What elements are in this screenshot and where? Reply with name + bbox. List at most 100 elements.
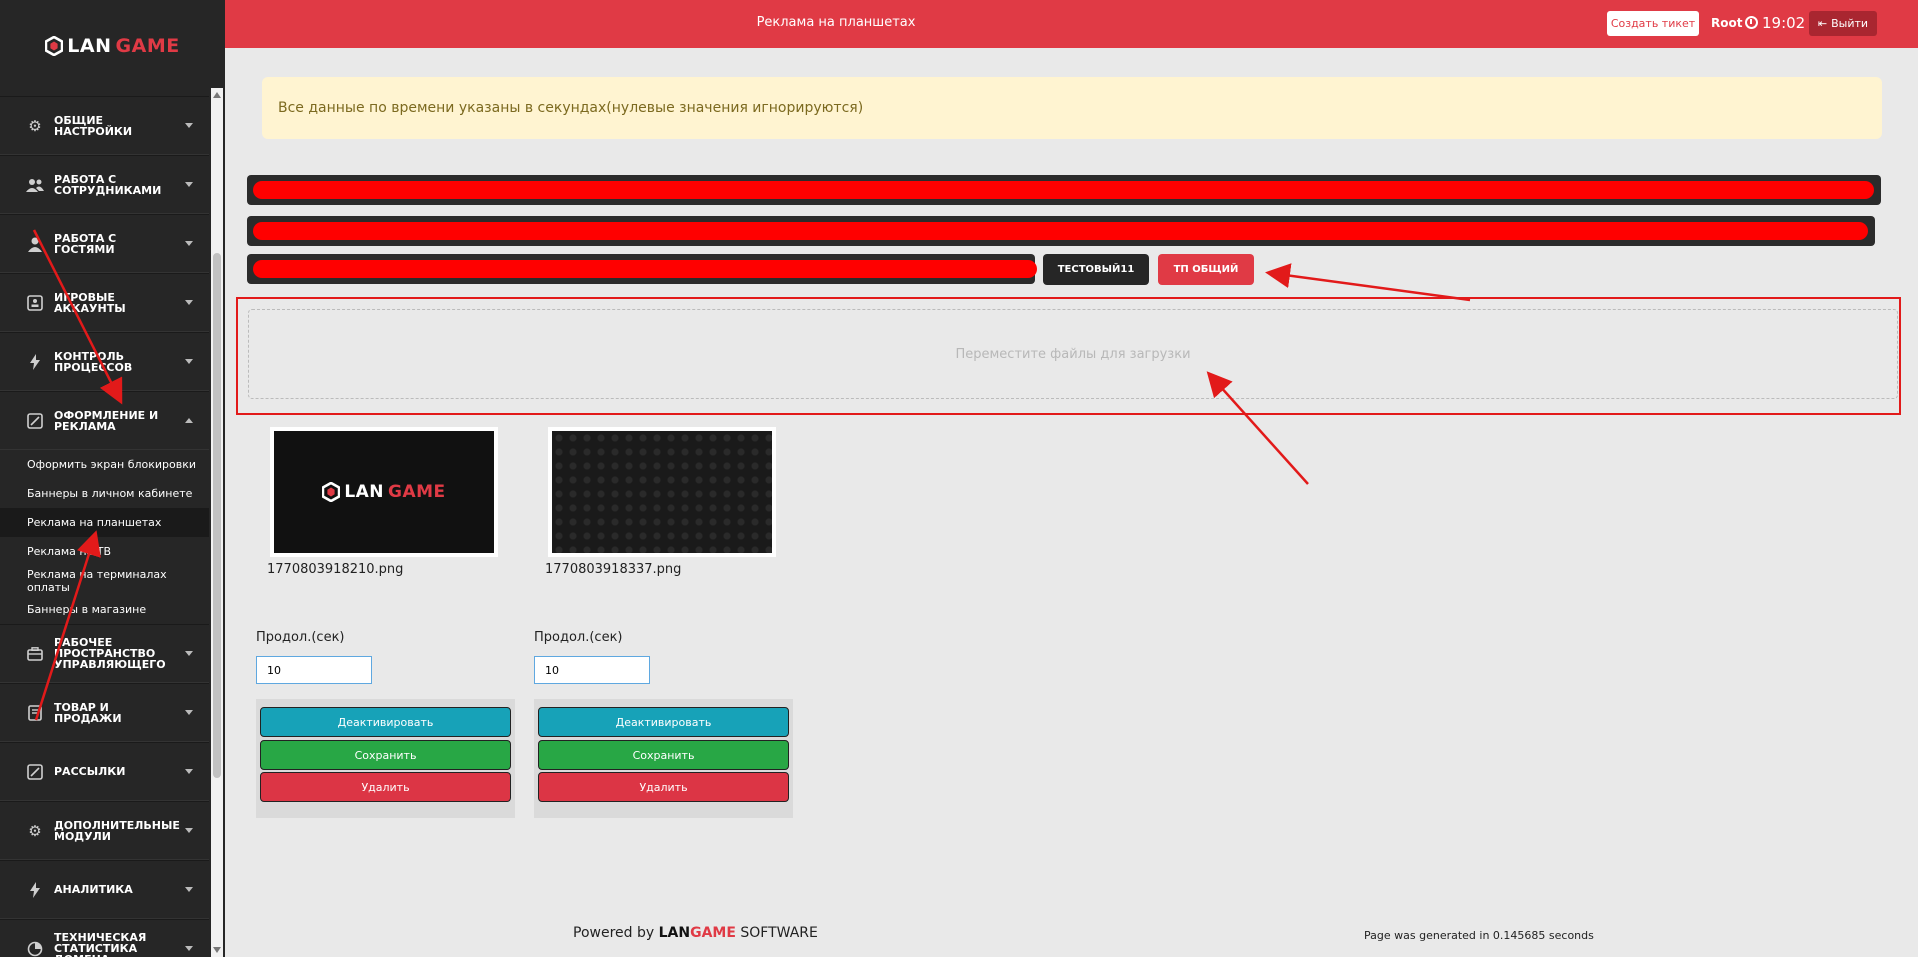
submenu-item-shop-banners[interactable]: Баннеры в магазине <box>0 595 209 624</box>
sidebar-item-analytics[interactable]: Аналитика <box>0 860 209 919</box>
tab-tp-general[interactable]: ТП общий <box>1158 254 1254 285</box>
clock-icon <box>1745 16 1758 29</box>
ad-image-pattern <box>552 431 772 553</box>
sidebar-menu: ⚙ Общие настройки Работа с сотрудниками … <box>0 96 209 957</box>
clock-time: 19:02 <box>1762 14 1806 32</box>
sidebar-item-design-ads[interactable]: Оформление и реклама <box>0 391 209 450</box>
logo-text-lan: LAN <box>67 35 112 57</box>
chevron-down-icon <box>185 769 193 774</box>
file-dropzone[interactable]: Переместите файлы для загрузки <box>248 309 1898 399</box>
sidebar-item-goods-sales[interactable]: Товар и продажи <box>0 683 209 742</box>
save-button[interactable]: Сохранить <box>260 740 511 770</box>
username[interactable]: Root <box>1711 16 1742 30</box>
submenu-item-tablet-ads[interactable]: Реклама на планшетах <box>0 508 209 537</box>
footer-generated: Page was generated in 0.145685 seconds <box>1364 929 1594 942</box>
sidebar-item-extra-modules[interactable]: ⚙ Дополнительные модули <box>0 801 209 860</box>
edit-icon <box>26 763 44 781</box>
chevron-down-icon <box>185 946 193 951</box>
sidebar-submenu: Оформить экран блокировки Баннеры в личн… <box>0 450 209 624</box>
create-ticket-button[interactable]: Создать тикет <box>1607 11 1699 36</box>
redacted-tabs <box>253 181 1874 199</box>
user-icon <box>26 235 44 253</box>
sidebar-item-mailings[interactable]: Рассылки <box>0 742 209 801</box>
submenu-item-lock-screen[interactable]: Оформить экран блокировки <box>0 450 209 479</box>
footer-software: SOFTWARE <box>740 925 818 941</box>
duration-label: Продол.(сек) <box>256 630 345 645</box>
bolt-icon <box>26 881 44 899</box>
logo-text-lan: LAN <box>344 482 385 502</box>
sidebar-item-label: Аналитика <box>54 883 133 896</box>
chevron-down-icon <box>185 651 193 656</box>
chevron-down-icon <box>185 300 193 305</box>
card-actions: Деактивировать Сохранить Удалить <box>256 699 515 818</box>
ad-filename: 1770803918337.png <box>545 562 682 577</box>
footer-powered: Powered by LANGAME SOFTWARE <box>573 925 818 941</box>
sidebar-item-tech-stats[interactable]: Техническая статистика домена <box>0 919 209 957</box>
tabs-row-2 <box>247 216 1875 246</box>
sidebar-item-label: Работа с сотрудниками <box>54 172 162 197</box>
chevron-down-icon <box>185 887 193 892</box>
duration-input[interactable]: 10 <box>534 656 650 684</box>
pie-icon <box>26 940 44 957</box>
sidebar-item-label: Рассылки <box>54 765 126 778</box>
sidebar-item-process-control[interactable]: Контроль процессов <box>0 332 209 391</box>
submenu-item-tv-ads[interactable]: Реклама на ТВ <box>0 537 209 566</box>
save-button[interactable]: Сохранить <box>538 740 789 770</box>
card-actions: Деактивировать Сохранить Удалить <box>534 699 793 818</box>
tab-test11[interactable]: Тестовый11 <box>1043 254 1149 285</box>
sidebar-item-label: Оформление и реклама <box>54 408 159 433</box>
scroll-down-icon[interactable] <box>213 947 221 953</box>
chevron-up-icon <box>185 418 193 423</box>
tabs-row-3 <box>247 254 1037 284</box>
chevron-down-icon <box>185 241 193 246</box>
logout-icon: ⇤ <box>1817 17 1828 30</box>
logo-hex-icon <box>45 36 64 56</box>
deactivate-button[interactable]: Деактивировать <box>260 707 511 737</box>
submenu-item-terminal-ads[interactable]: Реклама на терминалах оплаты <box>0 566 209 595</box>
chevron-down-icon <box>185 710 193 715</box>
logout-button[interactable]: ⇤ Выйти <box>1809 11 1877 36</box>
scroll-up-icon[interactable] <box>213 92 221 98</box>
sidebar-item-label: Техническая статистика домена <box>54 931 147 957</box>
sidebar-item-guests[interactable]: Работа с гостями <box>0 214 209 273</box>
redacted-tabs <box>253 222 1868 240</box>
sidebar-item-label: Игровые аккаунты <box>54 290 126 315</box>
submenu-item-cabinet-banners[interactable]: Баннеры в личном кабинете <box>0 479 209 508</box>
redacted-tabs <box>253 260 1037 278</box>
thumb-logo: LAN GAME <box>322 482 445 502</box>
sidebar: LAN GAME ⚙ Общие настройки Работа с сотру… <box>0 0 225 957</box>
logo[interactable]: LAN GAME <box>45 35 179 57</box>
sidebar-item-game-accounts[interactable]: Игровые аккаунты <box>0 273 209 332</box>
scrollbar-thumb[interactable] <box>213 253 221 778</box>
ad-thumbnail[interactable] <box>548 427 776 557</box>
deactivate-button[interactable]: Деактивировать <box>538 707 789 737</box>
sidebar-item-label: Товар и продажи <box>54 700 122 725</box>
sidebar-item-label: Работа с гостями <box>54 231 117 256</box>
edit-icon <box>26 412 44 430</box>
duration-input[interactable]: 10 <box>256 656 372 684</box>
sidebar-item-manager-workspace[interactable]: Рабочее пространство управляющего <box>0 624 209 683</box>
sidebar-item-label: Общие настройки <box>54 113 133 138</box>
logo-text-game: GAME <box>115 35 180 57</box>
delete-button[interactable]: Удалить <box>538 772 789 802</box>
ad-filename: 1770803918210.png <box>267 562 404 577</box>
page-title: Реклама на планшетах <box>756 15 916 30</box>
footer-brand-lan: LAN <box>658 925 691 941</box>
sidebar-item-general-settings[interactable]: ⚙ Общие настройки <box>0 96 209 155</box>
logout-label: Выйти <box>1831 17 1869 30</box>
ad-thumbnail[interactable]: LAN GAME <box>270 427 498 557</box>
chevron-down-icon <box>185 828 193 833</box>
sidebar-item-staff[interactable]: Работа с сотрудниками <box>0 155 209 214</box>
sidebar-item-label: Рабочее пространство управляющего <box>54 636 166 671</box>
chevron-down-icon <box>185 182 193 187</box>
delete-button[interactable]: Удалить <box>260 772 511 802</box>
ad-image-logo: LAN GAME <box>274 431 494 553</box>
users-icon <box>26 176 44 194</box>
gear-icon: ⚙ <box>28 116 42 135</box>
chevron-down-icon <box>185 359 193 364</box>
receipt-icon <box>26 704 44 722</box>
logo-hex-icon <box>322 482 341 502</box>
top-header: Реклама на планшетах Создать тикет Root … <box>225 0 1918 48</box>
sidebar-scrollbar[interactable] <box>211 88 223 957</box>
annotation-arrow <box>1265 263 1471 302</box>
